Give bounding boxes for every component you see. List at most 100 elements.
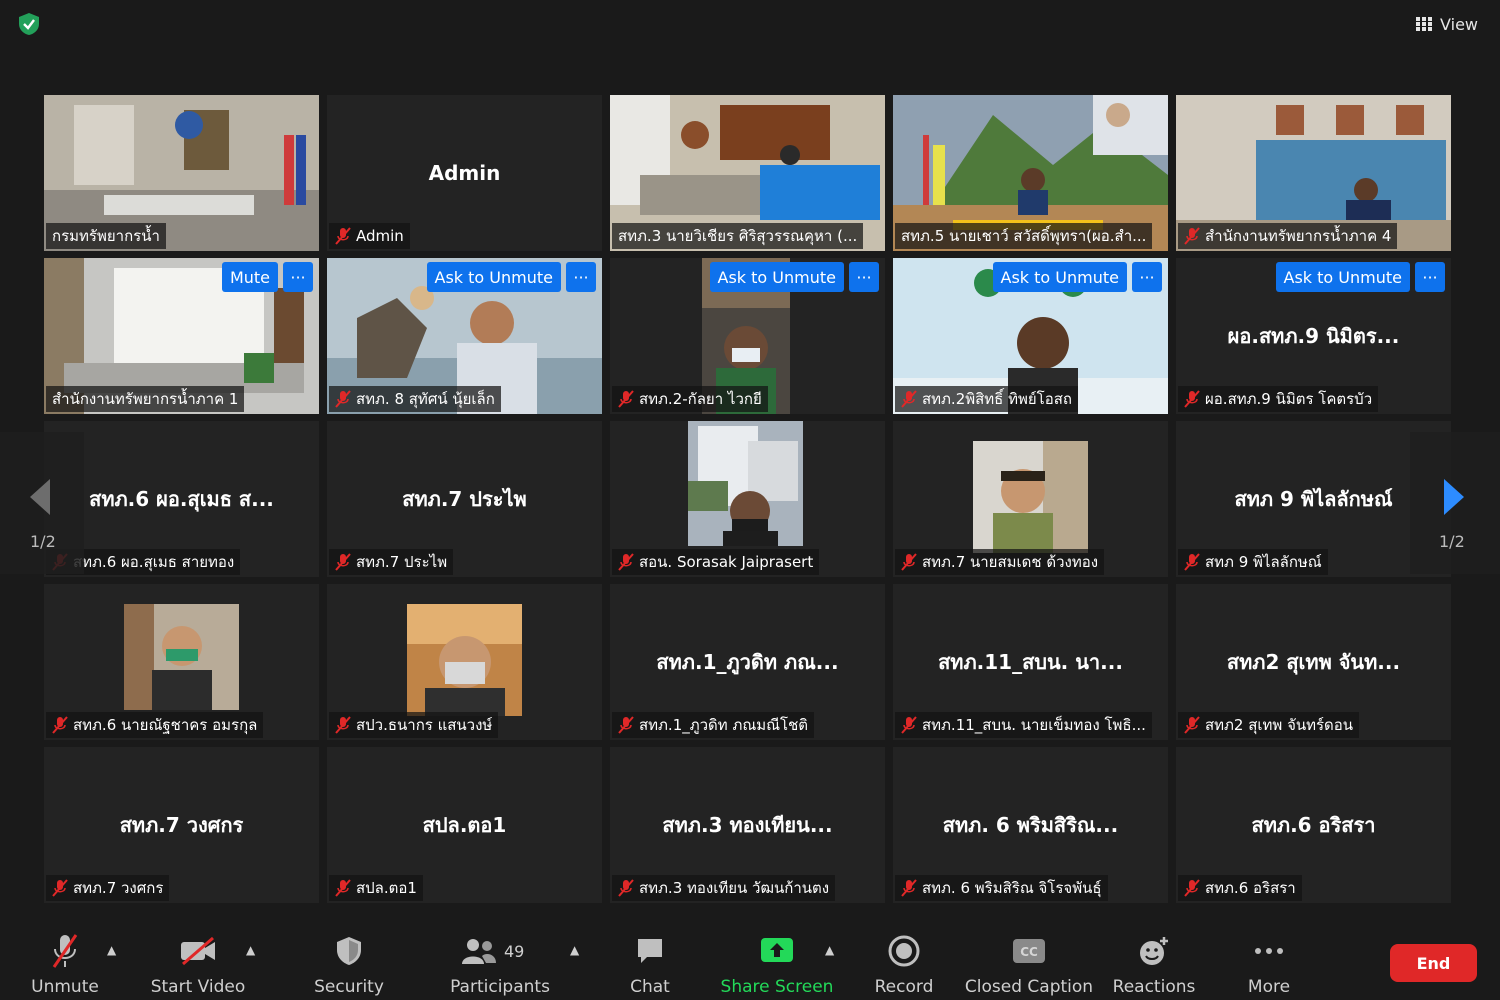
participant-tile[interactable]: สทภ.11_สบน. นา... สทภ.11_สบน. นายเข็มทอง…: [893, 584, 1168, 740]
grid-view-icon: [1416, 17, 1433, 31]
record-button[interactable]: Record: [868, 915, 940, 997]
participant-tile[interactable]: Ask to Unmute ··· สทภ.2พิสิทธิ์ ทิพย์โอส…: [893, 258, 1168, 414]
view-button[interactable]: View: [1416, 12, 1478, 36]
participant-name-label: ผอ.สทภ.9 นิมิตร โคตรบัว: [1178, 386, 1379, 412]
security-button[interactable]: Security: [312, 915, 386, 997]
participant-tile[interactable]: สทภ2 สุเทพ จันท... สทภ2 สุเทพ จันทร์ดอน: [1176, 584, 1451, 740]
participant-display-name: สปล.ตอ1: [422, 813, 507, 837]
more-options-button[interactable]: ···: [566, 262, 596, 292]
share-options-caret[interactable]: ▲: [825, 943, 834, 957]
ask-to-unmute-button[interactable]: Ask to Unmute: [1275, 262, 1410, 292]
participant-name-label: สทภ.6 นายณัฐชาคร อมรกุล: [46, 712, 264, 738]
participant-name-label: สปว.ธนากร แสนวงษ์: [329, 712, 499, 738]
audio-options-caret[interactable]: ▲: [107, 943, 116, 957]
participant-tile[interactable]: กรมทรัพยากรน้ำ: [44, 95, 319, 251]
mic-muted-icon: [618, 716, 634, 734]
more-options-button[interactable]: ···: [1132, 262, 1162, 292]
participant-tile[interactable]: สทภ.6 ผอ.สุเมธ ส... สทภ.6 ผอ.สุเมธ สายทอ…: [44, 421, 319, 577]
participant-name-label: สทภ.6 อริสรา: [1178, 875, 1302, 901]
participant-name-label: Admin: [329, 223, 410, 249]
security-label: Security: [314, 977, 384, 997]
participant-display-name: ผอ.สทภ.9 นิมิตร...: [1227, 324, 1400, 348]
participant-tile[interactable]: สทภ.7 นายสมเดช ด้วงทอง: [893, 421, 1168, 577]
previous-page-button[interactable]: 1/2: [0, 432, 84, 574]
chat-icon: [638, 939, 662, 963]
end-meeting-button[interactable]: End: [1390, 944, 1477, 982]
participant-tile[interactable]: Mute ··· สำนักงานทรัพยากรน้ำภาค 1: [44, 258, 319, 414]
participants-icon: [462, 939, 496, 964]
participant-name-label: สำนักงานทรัพยากรน้ำภาค 1: [46, 386, 245, 412]
closed-caption-button[interactable]: CC Closed Caption: [965, 915, 1093, 997]
reactions-icon: [1140, 937, 1168, 965]
mic-muted-icon: [901, 716, 917, 734]
mic-muted-icon: [52, 879, 68, 897]
arrow-left-icon: [30, 479, 50, 515]
mute-participant-button[interactable]: Mute: [221, 262, 278, 292]
more-button[interactable]: More: [1238, 915, 1300, 997]
more-options-button[interactable]: ···: [283, 262, 313, 292]
participant-tile[interactable]: สทภ.3 ทองเทียน... สทภ.3 ทองเทียน วัฒนก้า…: [610, 747, 885, 903]
participant-display-name: สทภ.6 ผอ.สุเมธ ส...: [89, 487, 274, 511]
participant-tile[interactable]: สทภ.6 อริสรา สทภ.6 อริสรา: [1176, 747, 1451, 903]
participant-tile[interactable]: สทภ.1_ภูวดิท ภณ... สทภ.1_ภูวดิท ภณมณีโชต…: [610, 584, 885, 740]
meeting-toolbar: Unmute ▲ Start Video ▲ Security 49 Parti…: [0, 915, 1500, 1000]
participant-tile[interactable]: สอน. Sorasak Jaiprasert: [610, 421, 885, 577]
participant-tile[interactable]: สทภ.6 นายณัฐชาคร อมรกุล: [44, 584, 319, 740]
mic-muted-icon: [1184, 553, 1200, 571]
participant-name-label: สทภ.3 นายวิเชียร ศิริสุวรรณคุหา (...: [612, 223, 864, 249]
more-options-button[interactable]: ···: [1415, 262, 1445, 292]
participant-tile[interactable]: สทภ.7 ประไพ สทภ.7 ประไพ: [327, 421, 602, 577]
participant-tile-active-speaker[interactable]: สทภ.5 นายเชาว์ สวัสดิ์พุทรา(ผอ.สำ...: [893, 95, 1168, 251]
profile-picture: [124, 604, 239, 710]
participant-tile[interactable]: สำนักงานทรัพยากรน้ำภาค 4: [1176, 95, 1451, 251]
participant-name-label: สทภ.7 วงศกร: [46, 875, 170, 901]
next-page-button[interactable]: 1/2: [1410, 432, 1500, 574]
start-video-button[interactable]: Start Video: [150, 915, 246, 997]
participant-tile[interactable]: Ask to Unmute ··· ผอ.สทภ.9 นิมิตร... ผอ.…: [1176, 258, 1451, 414]
chat-button[interactable]: Chat: [614, 915, 686, 997]
participant-tile[interactable]: สทภ.3 นายวิเชียร ศิริสุวรรณคุหา (...: [610, 95, 885, 251]
mic-muted-icon: [1184, 390, 1200, 408]
mic-muted-icon: [335, 716, 351, 734]
share-screen-icon: [761, 938, 793, 962]
participant-tile[interactable]: สทภ.7 วงศกร สทภ.7 วงศกร: [44, 747, 319, 903]
record-icon: [888, 935, 920, 967]
participant-tile[interactable]: สปว.ธนากร แสนวงษ์: [327, 584, 602, 740]
more-options-button[interactable]: ···: [849, 262, 879, 292]
participant-tile[interactable]: สทภ. 6 พริมสิริณ... สทภ. 6 พริมสิริณ จิโ…: [893, 747, 1168, 903]
participant-tile[interactable]: Ask to Unmute ··· สทภ. 8 สุทัศน์ นุ้ยเล็…: [327, 258, 602, 414]
shield-icon: [337, 937, 361, 965]
ask-to-unmute-button[interactable]: Ask to Unmute: [992, 262, 1127, 292]
participant-name-label: สทภ.7 ประไพ: [329, 549, 454, 575]
start-video-label: Start Video: [150, 977, 246, 997]
participant-name-label: สทภ2 สุเทพ จันทร์ดอน: [1178, 712, 1360, 738]
video-off-icon: [181, 936, 215, 966]
mic-muted-icon: [618, 390, 634, 408]
mic-muted-icon: [335, 390, 351, 408]
reactions-button[interactable]: Reactions: [1113, 915, 1195, 997]
mic-muted-icon: [335, 553, 351, 571]
unmute-label: Unmute: [31, 977, 99, 997]
participants-button[interactable]: 49 Participants: [450, 915, 550, 997]
participant-tile[interactable]: Admin Admin: [327, 95, 602, 251]
participant-tile[interactable]: Ask to Unmute ··· สทภ.2-กัลยา ไวกยี: [610, 258, 885, 414]
unmute-button[interactable]: Unmute: [28, 915, 102, 997]
participants-options-caret[interactable]: ▲: [570, 943, 579, 957]
video-options-caret[interactable]: ▲: [246, 943, 255, 957]
encryption-shield-icon[interactable]: [18, 12, 40, 36]
ask-to-unmute-button[interactable]: Ask to Unmute: [426, 262, 561, 292]
participant-name-label: สทภ.11_สบน. นายเข็มทอง โพธิ...: [895, 712, 1152, 738]
participant-name-label: สทภ.3 ทองเทียน วัฒนก้านตง: [612, 875, 836, 901]
participants-count: 49: [504, 941, 525, 961]
participant-display-name: สทภ.7 ประไพ: [402, 487, 527, 511]
participant-display-name: สทภ.11_สบน. นา...: [938, 650, 1123, 674]
mic-muted-icon: [618, 879, 634, 897]
ask-to-unmute-button[interactable]: Ask to Unmute: [709, 262, 844, 292]
share-screen-button[interactable]: Share Screen: [721, 915, 833, 997]
closed-caption-icon: CC: [1013, 939, 1045, 963]
view-label: View: [1440, 14, 1478, 34]
mic-muted-icon: [901, 879, 917, 897]
participant-name-label: สำนักงานทรัพยากรน้ำภาค 4: [1178, 223, 1398, 249]
participant-name-label: สทภ.2พิสิทธิ์ ทิพย์โอสถ: [895, 386, 1078, 412]
participant-tile[interactable]: สปล.ตอ1 สปล.ตอ1: [327, 747, 602, 903]
